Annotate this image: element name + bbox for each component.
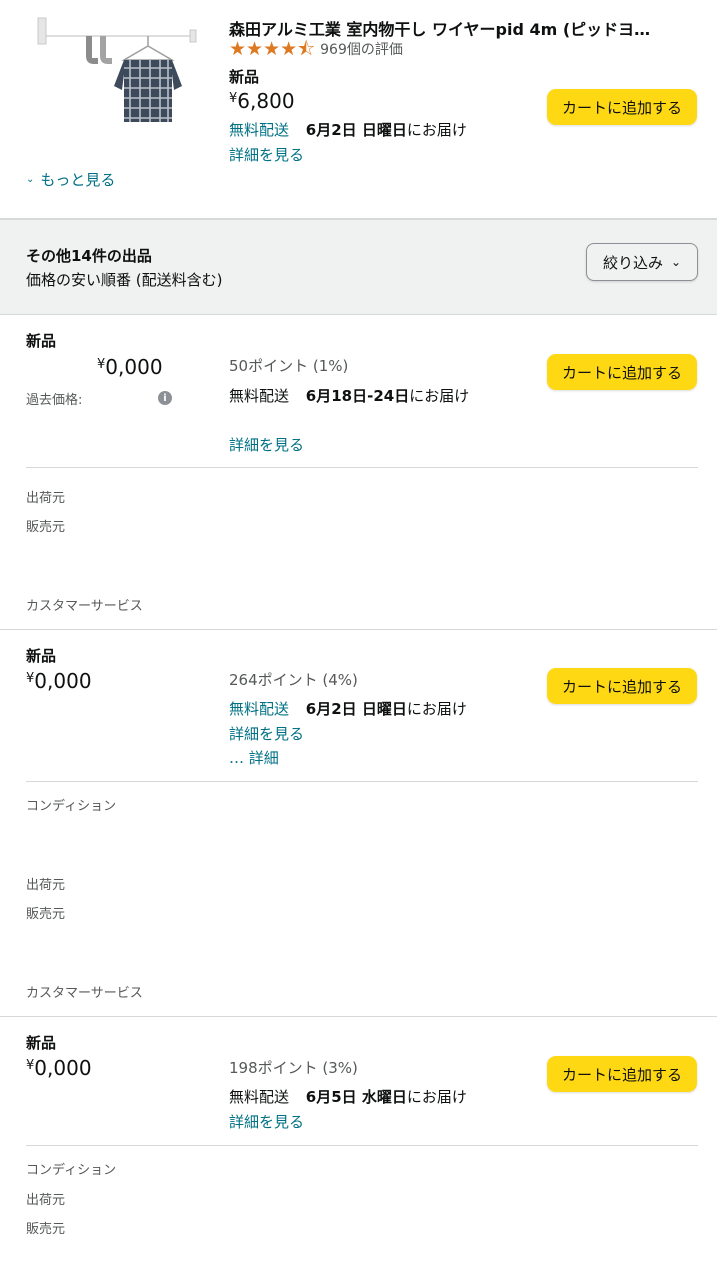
customer-service-label: カスタマーサービス (26, 986, 143, 1001)
price-value: 0,000 (34, 669, 92, 693)
delivery-date: 6月2日 日曜日 (305, 121, 407, 139)
delivery-date: 6月2日 日曜日 (305, 700, 407, 718)
delivery-info: 無料配送 6月2日 日曜日にお届け (229, 119, 467, 140)
offers-count-title: その他14件の出品 (26, 247, 152, 265)
add-to-cart-button[interactable]: カートに追加する (547, 354, 697, 390)
price-value: 6,800 (237, 89, 295, 113)
ships-from-label: 出荷元 (26, 1193, 66, 1208)
offer-condition: 新品 (26, 1034, 57, 1052)
shipping-label: 無料配送 (229, 387, 290, 405)
free-shipping-link[interactable]: 無料配送 (229, 121, 289, 139)
filter-button[interactable]: 絞り込み ⌄ (586, 243, 698, 281)
price-value: 0,000 (105, 355, 163, 379)
delivery-suffix: にお届け (406, 121, 467, 139)
product-title[interactable]: 森田アルミ工業 室内物干し ワイヤーpid 4m (ピッドヨ… (229, 16, 699, 40)
ships-from-label: 出荷元 (26, 878, 66, 893)
delivery-suffix: にお届け (406, 1088, 467, 1106)
free-shipping-link[interactable]: 無料配送 (229, 700, 289, 718)
currency-symbol: ¥ (229, 91, 238, 106)
add-to-cart-button[interactable]: カートに追加する (547, 1056, 697, 1092)
filter-label: 絞り込み (602, 253, 663, 272)
delivery-date: 6月5日 水曜日 (305, 1088, 407, 1106)
condition-label: コンディション (26, 799, 117, 814)
past-price-label: 過去価格: (26, 393, 83, 408)
product-price: ¥6,800 (229, 89, 295, 113)
product-image[interactable] (36, 14, 206, 126)
offer-delivery: 無料配送 6月18日-24日にお届け (229, 384, 499, 408)
offer-divider (26, 781, 698, 782)
see-more-link[interactable]: ⌄ もっと見る (26, 169, 115, 190)
customer-service-label: カスタマーサービス (26, 599, 143, 614)
offer-points: 198ポイント (3%) (229, 1059, 358, 1077)
section-divider (0, 629, 717, 630)
offer-delivery: 無料配送 6月2日 日曜日にお届け (229, 698, 467, 719)
sold-by-label: 販売元 (26, 907, 66, 922)
offer-condition: 新品 (26, 647, 57, 665)
section-divider (0, 314, 717, 315)
currency-symbol: ¥ (26, 671, 35, 686)
half-star-icon: ⯪ (297, 37, 316, 60)
chevron-down-icon: ⌄ (670, 255, 682, 269)
star-icon: ★★★★ (229, 37, 298, 60)
see-more-label: もっと見る (40, 171, 116, 189)
offer-points: 264ポイント (4%) (229, 671, 358, 689)
ships-from-label: 出荷元 (26, 491, 66, 506)
offer-points: 50ポイント (1%) (229, 357, 349, 375)
add-to-cart-button[interactable]: カートに追加する (547, 668, 697, 704)
chevron-down-icon: ⌄ (26, 174, 35, 185)
product-condition: 新品 (229, 68, 260, 86)
sold-by-label: 販売元 (26, 1222, 66, 1237)
details-link[interactable]: 詳細を見る (229, 1111, 304, 1132)
details-link[interactable]: 詳細を見る (229, 723, 304, 744)
shipping-label: 無料配送 (229, 1088, 290, 1106)
offers-sort-label: 価格の安い順番 (配送料含む) (26, 271, 223, 289)
currency-symbol: ¥ (97, 357, 106, 372)
offers-header: その他14件の出品 価格の安い順番 (配送料含む) 絞り込み ⌄ (0, 220, 717, 315)
currency-symbol: ¥ (26, 1058, 35, 1073)
offer-divider (26, 467, 698, 468)
condition-label: コンディション (26, 1163, 117, 1178)
details-link[interactable]: 詳細を見る (229, 144, 304, 165)
info-icon[interactable]: i (158, 391, 172, 405)
more-details-link[interactable]: … 詳細 (229, 747, 279, 768)
offer-price: ¥0,000 (26, 1056, 92, 1080)
delivery-suffix: にお届け (409, 387, 470, 405)
offer-divider (26, 1145, 698, 1146)
rating-count[interactable]: 969個の評価 (320, 39, 403, 59)
offer-price: ¥0,000 (97, 355, 163, 379)
delivery-suffix: にお届け (406, 700, 467, 718)
offer-price: ¥0,000 (26, 669, 92, 693)
rating-stars[interactable]: ★★★★ ⯪ 969個の評価 (229, 38, 403, 60)
price-value: 0,000 (34, 1056, 92, 1080)
section-divider (0, 1016, 717, 1017)
details-link[interactable]: 詳細を見る (229, 434, 304, 455)
add-to-cart-button[interactable]: カートに追加する (547, 89, 697, 125)
delivery-date: 6月18日-24日 (305, 387, 410, 405)
offer-delivery: 無料配送 6月5日 水曜日にお届け (229, 1086, 467, 1107)
offer-condition: 新品 (26, 332, 57, 350)
sold-by-label: 販売元 (26, 520, 66, 535)
